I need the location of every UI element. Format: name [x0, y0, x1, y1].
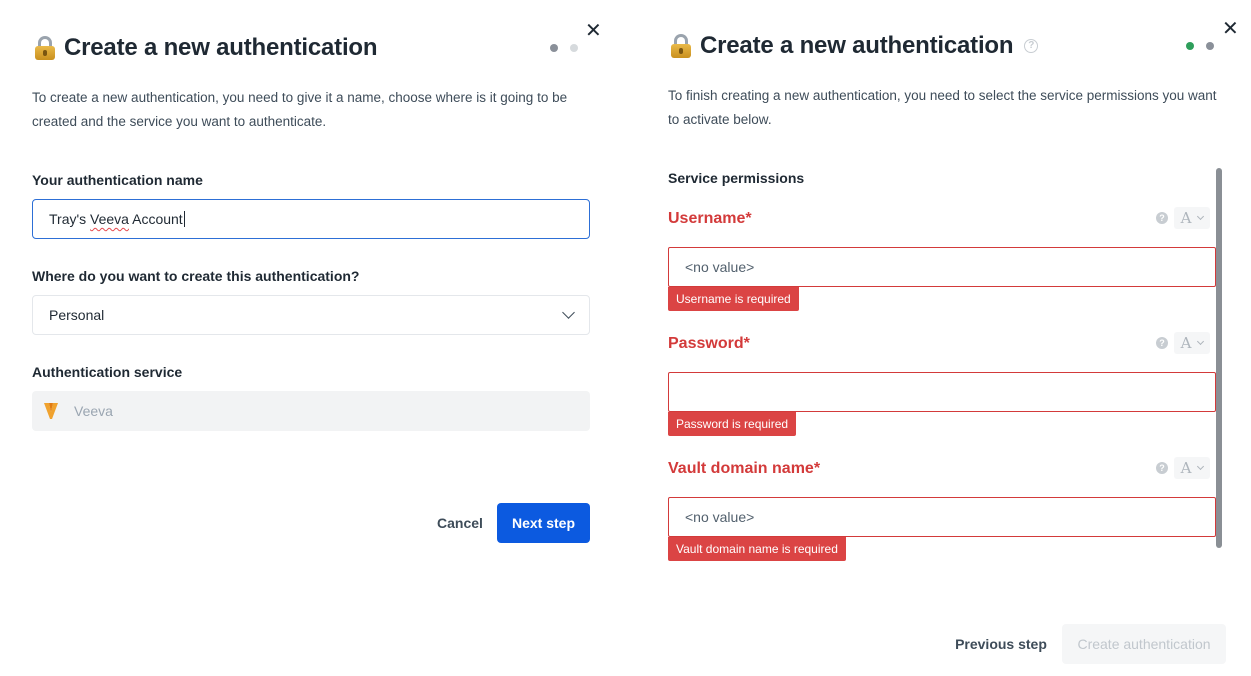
help-icon[interactable]: ? [1156, 337, 1168, 349]
step-dot-2 [570, 44, 578, 52]
step-dot-1 [1186, 42, 1194, 50]
vault-domain-error: Vault domain name is required [668, 537, 846, 561]
password-input[interactable] [668, 372, 1216, 412]
help-icon[interactable]: ? [1156, 212, 1168, 224]
location-label: Where do you want to create this authent… [32, 268, 360, 284]
location-value: Personal [49, 307, 105, 323]
vault-domain-input[interactable]: <no value> [668, 497, 1216, 537]
help-icon[interactable]: ? [1156, 462, 1168, 474]
close-icon[interactable]: ✕ [1222, 19, 1239, 39]
lock-icon [670, 34, 692, 58]
step-dot-2 [1206, 42, 1214, 50]
authentication-name-input[interactable]: Tray's Veeva Account [32, 199, 590, 239]
name-value-part3: Account [128, 211, 183, 227]
name-value-part1: Tray's [49, 211, 91, 227]
description: To finish creating a new authentication,… [668, 88, 1217, 127]
page-title: Create a new authentication [64, 34, 378, 61]
lock-icon [34, 36, 56, 60]
chevron-down-icon [1197, 212, 1205, 221]
chevron-down-icon [562, 306, 575, 319]
cancel-button[interactable]: Cancel [430, 503, 490, 543]
username-tools: ? A [1156, 207, 1210, 229]
username-label: Username* [668, 210, 752, 227]
password-tools: ? A [1156, 332, 1210, 354]
create-authentication-button[interactable]: Create authentication [1062, 624, 1226, 664]
name-value-misspelled: Veeva [90, 211, 129, 227]
text-caret [183, 211, 185, 227]
step-indicator [1186, 42, 1214, 50]
previous-step-button[interactable]: Previous step [952, 624, 1050, 664]
password-label: Password* [668, 335, 750, 352]
close-icon[interactable]: ✕ [585, 21, 602, 41]
service-field: Veeva [32, 391, 590, 431]
chevron-down-icon [1197, 462, 1205, 471]
create-authentication-step-1: Create a new authentication ✕ To create … [0, 0, 620, 676]
vault-domain-label: Vault domain name* [668, 460, 821, 477]
left-title-row: Create a new authentication [34, 34, 378, 62]
value-type-select[interactable]: A [1174, 457, 1210, 479]
description: To create a new authentication, you need… [32, 90, 568, 129]
service-label: Authentication service [32, 364, 183, 380]
create-authentication-step-2: Create a new authentication ? ✕ To finis… [632, 0, 1251, 676]
type-letter: A [1180, 209, 1192, 227]
page-title: Create a new authentication [700, 32, 1014, 59]
section-label: Service permissions [668, 170, 805, 186]
service-value: Veeva [74, 403, 113, 419]
step-indicator [550, 44, 578, 52]
password-error: Password is required [668, 412, 797, 436]
chevron-down-icon [1197, 337, 1205, 346]
help-icon[interactable]: ? [1024, 39, 1039, 53]
type-letter: A [1180, 459, 1192, 477]
veeva-logo-icon [44, 403, 58, 419]
username-input[interactable]: <no value> [668, 247, 1216, 287]
step-dot-1 [550, 44, 558, 52]
value-type-select[interactable]: A [1174, 332, 1210, 354]
value-type-select[interactable]: A [1174, 207, 1210, 229]
type-letter: A [1180, 334, 1192, 352]
name-label: Your authentication name [32, 172, 203, 188]
location-select[interactable]: Personal [32, 295, 590, 335]
vault-domain-tools: ? A [1156, 457, 1210, 479]
next-step-button[interactable]: Next step [497, 503, 590, 543]
right-title-row: Create a new authentication ? [670, 32, 1039, 60]
username-error: Username is required [668, 287, 799, 311]
scrollbar[interactable] [1216, 168, 1222, 548]
